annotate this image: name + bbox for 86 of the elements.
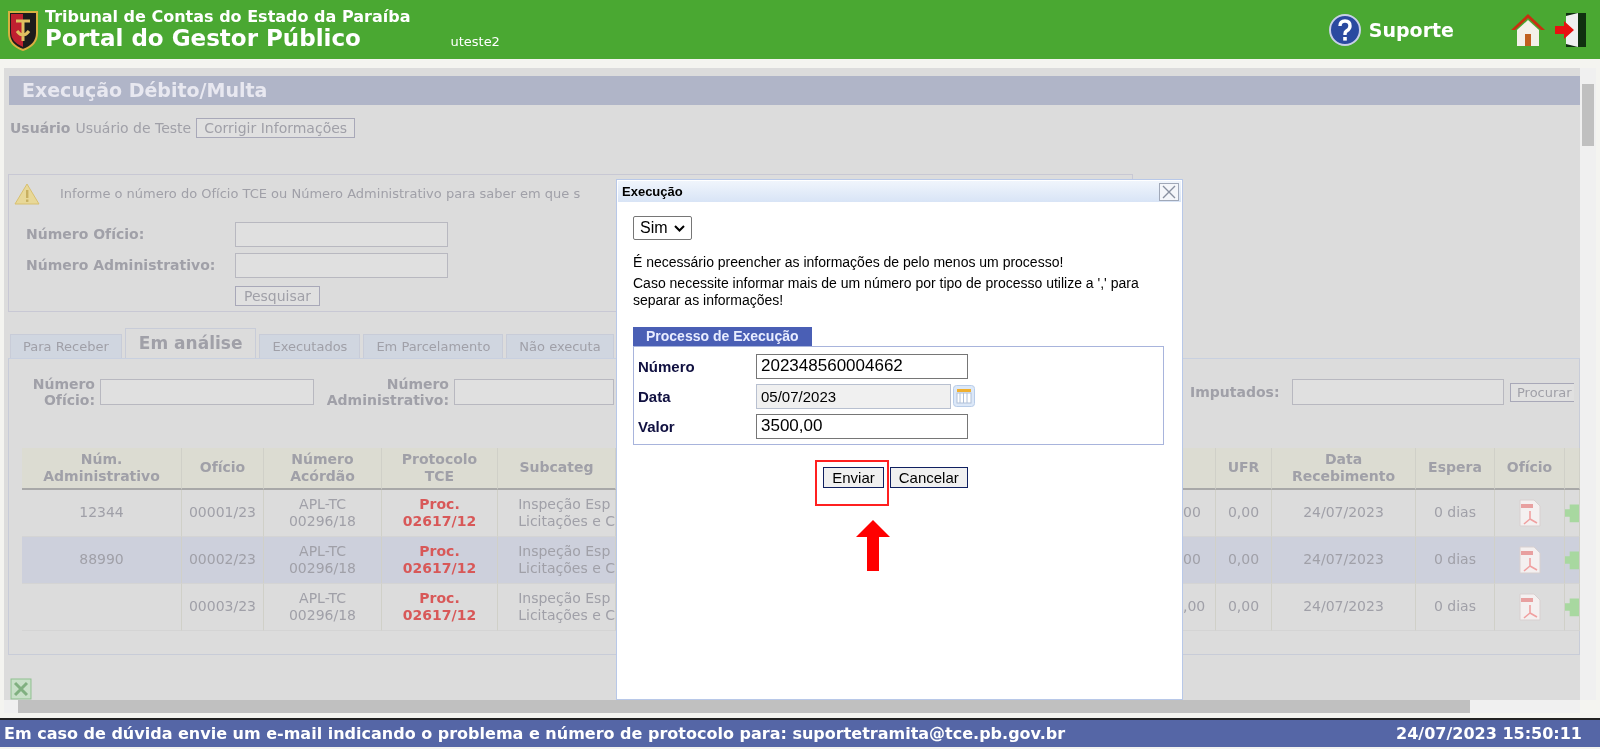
table-cell: 00 — [1183, 504, 1201, 522]
tab[interactable]: Executados — [259, 333, 361, 358]
field-label: Valor — [638, 417, 676, 435]
process-link[interactable]: Proc. 02617/12 — [402, 590, 477, 624]
cancel-button[interactable]: Cancelar — [889, 467, 968, 488]
field-label: Número Administrativo: — [25, 257, 217, 274]
input-field[interactable] — [235, 252, 448, 278]
table-cell: Inspeção Esp Licitações e C — [518, 496, 615, 530]
vertical-scrollbar[interactable] — [1580, 68, 1596, 700]
pdf-file-icon[interactable] — [1518, 592, 1541, 621]
tab[interactable]: Para Receber — [10, 333, 122, 358]
tab[interactable]: Não executa — [506, 333, 614, 358]
exit-door-icon[interactable] — [1554, 11, 1588, 48]
field-label: Data — [638, 387, 672, 405]
horizontal-scrollbar[interactable] — [4, 700, 1580, 713]
user-label: Usuário — [10, 120, 71, 137]
table-cell: 0 dias — [1434, 504, 1476, 522]
help-icon[interactable] — [1328, 13, 1361, 46]
field-label: Número — [638, 357, 696, 375]
table-cell: 24/07/2023 — [1303, 504, 1384, 522]
plus-icon[interactable] — [1565, 549, 1579, 570]
field-label: Número Ofício: — [31, 375, 95, 410]
column-header: Subcateg — [498, 447, 616, 490]
plus-icon[interactable] — [1565, 502, 1579, 523]
pdf-file-icon[interactable] — [1518, 545, 1541, 574]
input-field[interactable] — [454, 379, 614, 406]
edit-info-button[interactable]: Corrigir Informações — [196, 118, 356, 139]
send-button[interactable]: Enviar — [823, 467, 884, 488]
table-cell: Inspeção Esp Licitações e C — [518, 590, 615, 624]
input-field[interactable] — [100, 379, 314, 406]
dialog-title: Execução — [622, 184, 683, 199]
warning-icon — [14, 182, 40, 205]
page-title: Execução Débito/Multa — [22, 79, 268, 102]
input-field[interactable]: 202348560004662 — [756, 353, 968, 379]
dialog-message: É necessário preencher as informações de pelo menos um processo! — [633, 254, 1065, 271]
pdf-file-icon[interactable] — [1518, 498, 1541, 527]
shield-logo-icon — [7, 8, 39, 51]
dialog-message: Caso necessite informar mais de um número por tipo de processo utilize a ',' para separar as informações! — [633, 275, 1140, 309]
process-link[interactable]: Proc. 02617/12 — [402, 496, 477, 530]
user-name: Usuário de Teste — [75, 120, 192, 137]
portal-title: Portal do Gestor Público — [45, 27, 362, 50]
up-arrow-icon — [855, 520, 891, 571]
input-field[interactable]: 3500,00 — [756, 413, 968, 439]
column-header: Espera — [1416, 447, 1495, 490]
plus-icon[interactable] — [1565, 596, 1579, 617]
column-header: Protocolo TCE — [382, 447, 498, 490]
table-cell: 0,00 — [1227, 504, 1260, 522]
table-cell: APL-TC 00296/18 — [288, 496, 357, 530]
username: uteste2 — [450, 34, 500, 49]
section-header: Processo de Execução — [633, 327, 812, 346]
organization-name: Tribunal de Contas do Estado da Paraíba — [45, 9, 411, 25]
yes-no-select[interactable]: Sim — [633, 216, 692, 240]
search-instructions: Informe o número do Ofício TCE ou Número Administrativo para saber em que s — [60, 186, 581, 202]
input-field[interactable] — [235, 221, 448, 247]
tab[interactable]: Em Parcelamento — [363, 333, 504, 358]
support-link[interactable]: Suporte — [1368, 18, 1454, 41]
date-field[interactable]: 05/07/2023 — [756, 383, 951, 409]
column-header: Núm. Administrativo — [22, 447, 182, 490]
calendar-icon[interactable] — [953, 385, 975, 407]
column-header: UFR — [1216, 447, 1272, 490]
close-icon[interactable] — [1159, 182, 1179, 201]
table-cell: 24/07/2023 — [1303, 598, 1384, 616]
column-header — [1183, 447, 1216, 490]
table-cell: 0 dias — [1434, 598, 1476, 616]
column-header: Ofício — [1495, 447, 1565, 490]
column-header: Data Recebimento — [1272, 447, 1416, 490]
table-cell: 12344 — [79, 504, 124, 522]
input-field[interactable] — [1292, 379, 1504, 406]
field-label: Imputados: — [1190, 384, 1281, 401]
spreadsheet-icon[interactable] — [10, 678, 32, 700]
search-button[interactable]: Pesquisar — [235, 286, 321, 307]
search-button[interactable]: Procurar — [1510, 382, 1574, 402]
table-cell: 0,00 — [1227, 598, 1260, 616]
chevron-down-icon — [673, 224, 685, 232]
table-cell: ,00 — [1183, 598, 1206, 616]
table-cell: 00003/23 — [188, 598, 257, 616]
column-header: Ofício — [182, 447, 264, 490]
tab[interactable]: Em análise — [124, 327, 257, 358]
date-time: 24/07/2023 15:50:11 — [1396, 724, 1582, 743]
table-cell: 00001/23 — [188, 504, 257, 522]
column-header: Número Acórdão — [264, 447, 382, 490]
home-icon[interactable] — [1510, 11, 1546, 48]
field-label: Número Ofício: — [25, 226, 146, 243]
support-message: Em caso de dúvida envie um e-mail indicando o problema e número de protocolo para: suportetramita@tce.pb.gov.br — [4, 724, 1066, 743]
table-cell: APL-TC 00296/18 — [288, 590, 357, 624]
field-label: Número Administrativo: — [325, 375, 449, 410]
